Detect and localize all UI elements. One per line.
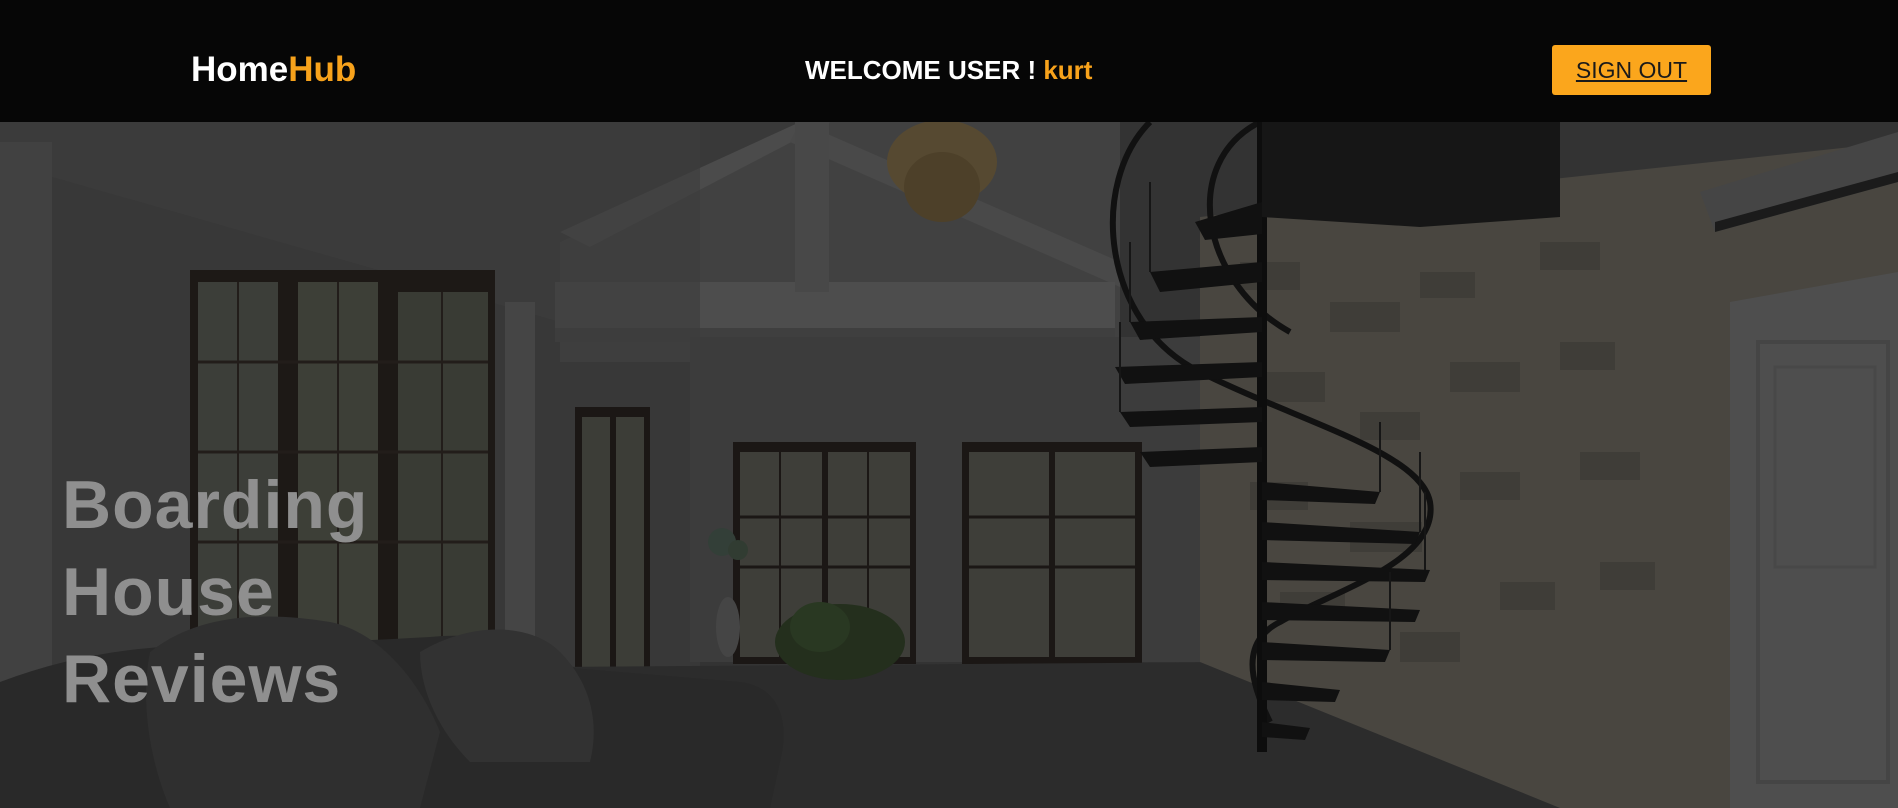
hero-title-line-2: House xyxy=(62,554,275,630)
hero-banner: Boarding House Reviews xyxy=(0,122,1898,808)
welcome-message: WELCOME USER ! kurt xyxy=(805,55,1092,85)
hero-title-line-1: Boarding xyxy=(62,467,369,543)
hero-title-line-3: Reviews xyxy=(62,641,342,717)
hero-title: Boarding House Reviews xyxy=(62,462,368,723)
logo-hub-text: Hub xyxy=(288,50,357,89)
welcome-prefix: WELCOME USER ! xyxy=(805,55,1044,85)
logo-home-text: Home xyxy=(191,50,289,89)
top-navbar: HomeHub WELCOME USER ! kurt SIGN OUT xyxy=(0,0,1898,122)
logo[interactable]: HomeHub xyxy=(191,50,356,90)
sign-out-button[interactable]: SIGN OUT xyxy=(1552,45,1711,95)
username: kurt xyxy=(1043,55,1093,85)
